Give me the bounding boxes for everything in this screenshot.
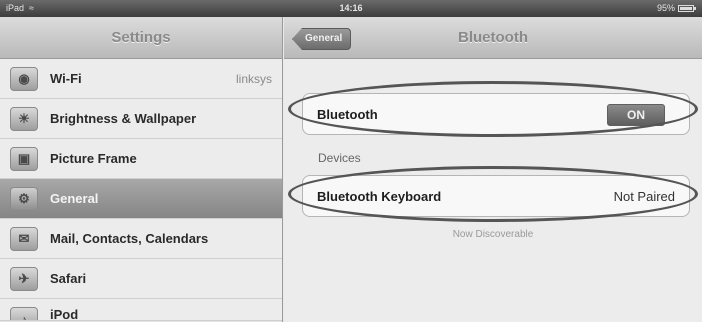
status-battery: 95% — [656, 0, 696, 17]
sidebar-item-safari[interactable]: ✈ Safari — [0, 259, 282, 299]
sidebar-item-label: Picture Frame — [50, 151, 137, 166]
device-status: Not Paired — [613, 188, 675, 204]
status-time: 14:16 — [339, 3, 363, 13]
detail-pane: General Bluetooth Bluetooth ON Devices B… — [284, 17, 702, 322]
sidebar-item-label: General — [50, 191, 99, 206]
bluetooth-row: Bluetooth ON — [303, 94, 689, 134]
battery-icon — [678, 5, 696, 12]
sidebar-item-general[interactable]: ⚙ General — [0, 179, 282, 219]
sidebar-item-label: iPod — [50, 307, 79, 321]
device-row[interactable]: Bluetooth Keyboard Not Paired — [303, 176, 689, 216]
sidebar-item-label: Brightness & Wallpaper — [50, 111, 197, 126]
battery-percent: 95% — [656, 3, 675, 13]
sidebar-item-label: Wi-Fi — [50, 71, 82, 86]
ipod-icon: ♪ — [10, 307, 38, 320]
sidebar-title: Settings — [0, 17, 282, 59]
sidebar-item-mail-contacts-calendars[interactable]: ✉ Mail, Contacts, Calendars — [0, 219, 282, 259]
page-title: Bluetooth — [458, 29, 528, 46]
settings-menu: ◉ Wi-Fi linksys ☀ Brightness & Wallpaper ▣ Pic… — [0, 59, 282, 321]
settings-sidebar: Settings ◉ Wi-Fi linksys ☀ Brightness & Wall… — [0, 17, 283, 322]
devices-group: Bluetooth Keyboard Not Paired — [302, 175, 690, 217]
status-bar: iPad ≈ 14:16 95% — [0, 0, 702, 17]
bluetooth-toggle[interactable]: ON — [607, 104, 665, 126]
devices-section-label: Devices — [318, 151, 361, 165]
bluetooth-label: Bluetooth — [317, 106, 378, 122]
sidebar-item-value: linksys — [235, 71, 272, 86]
sidebar-item-brightness-wallpaper[interactable]: ☀ Brightness & Wallpaper — [0, 99, 282, 139]
mail-icon: ✉ — [10, 226, 38, 251]
bluetooth-group: Bluetooth ON — [302, 93, 690, 135]
sidebar-item-wi-fi[interactable]: ◉ Wi-Fi linksys — [0, 59, 282, 99]
brightness-icon: ☀ — [10, 106, 38, 131]
device-label: Bluetooth Keyboard — [317, 188, 442, 204]
safari-icon: ✈ — [10, 266, 38, 291]
detail-nav-bar: General Bluetooth — [284, 17, 702, 59]
wifi-settings-icon: ◉ — [10, 66, 38, 91]
sidebar-item-picture-frame[interactable]: ▣ Picture Frame — [0, 139, 282, 179]
gear-icon: ⚙ — [10, 186, 38, 211]
sidebar-item-label: Mail, Contacts, Calendars — [50, 231, 209, 246]
picture-frame-icon: ▣ — [10, 146, 38, 171]
sidebar-item-label: Safari — [50, 271, 87, 286]
sidebar-item-ipod[interactable]: ♪ iPod — [0, 299, 282, 321]
discoverable-text: Now Discoverable — [452, 229, 534, 240]
